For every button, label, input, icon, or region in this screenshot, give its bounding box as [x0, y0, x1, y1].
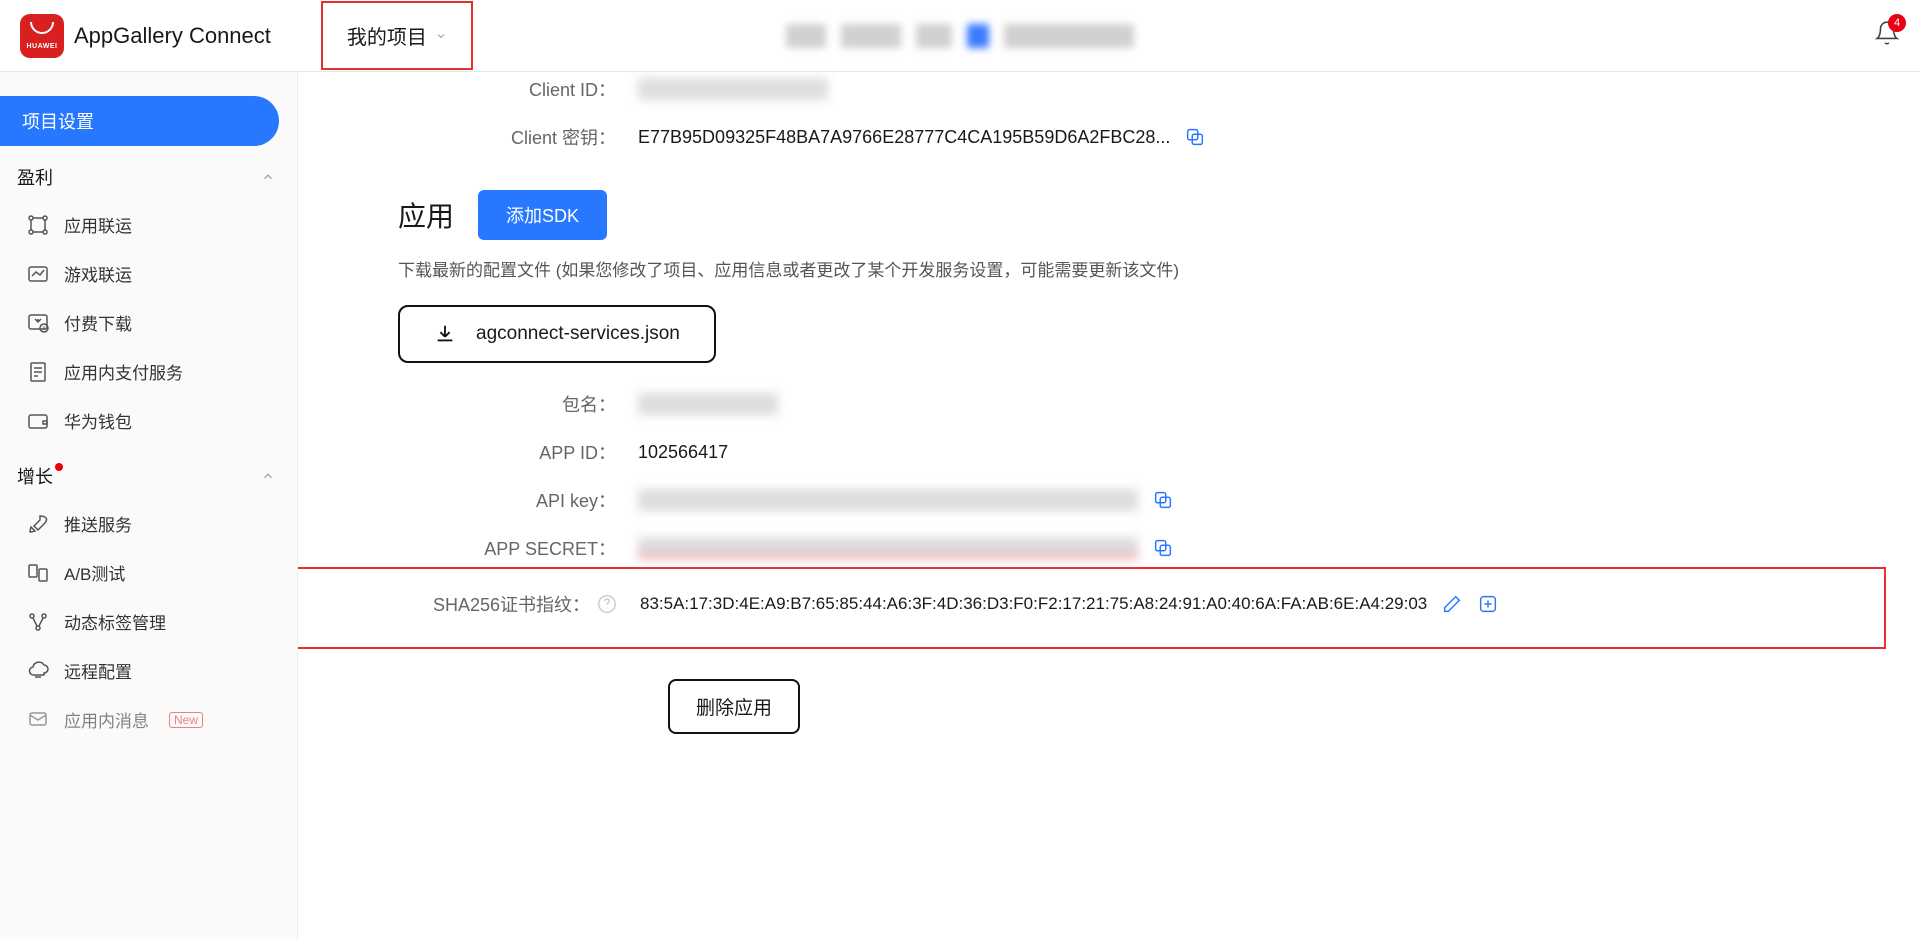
- bell-badge: 4: [1888, 14, 1906, 32]
- chevron-up-icon: [261, 170, 275, 184]
- header-center-blur: [786, 24, 1134, 48]
- nodes-icon: [26, 213, 50, 237]
- sidebar-label: 远程配置: [64, 658, 132, 683]
- sidebar-item-wallet[interactable]: 华为钱包: [0, 396, 279, 445]
- sidebar-item-dtm[interactable]: 动态标签管理: [0, 597, 279, 646]
- sha256-value: 83:5A:17:3D:4E:A9:B7:65:85:44:A6:3F:4D:3…: [640, 594, 1427, 614]
- new-badge: New: [169, 712, 203, 728]
- app-id-label: APP ID：: [398, 439, 638, 465]
- wallet-icon: [26, 409, 50, 433]
- help-icon[interactable]: [596, 593, 618, 615]
- sidebar-label: A/B测试: [64, 560, 125, 585]
- app-secret-label: APP SECRET：: [398, 535, 638, 561]
- my-project-dropdown[interactable]: 我的项目: [321, 1, 473, 70]
- red-dot-icon: [55, 463, 63, 471]
- chevron-down-icon: [435, 30, 447, 42]
- add-sdk-button[interactable]: 添加SDK: [478, 190, 607, 240]
- sidebar: 项目设置 盈利 应用联运 游戏联运 ¥ 付费下载 应用内支付服务 华为钱包: [0, 72, 298, 939]
- logo-area: AppGallery Connect: [20, 14, 271, 58]
- sidebar-label: 推送服务: [64, 511, 132, 536]
- top-header: AppGallery Connect 我的项目 4: [0, 0, 1920, 72]
- cloud-config-icon: [26, 659, 50, 683]
- sidebar-item-iap[interactable]: 应用内支付服务: [0, 347, 279, 396]
- client-secret-value: E77B95D09325F48BA7A9766E28777C4CA195B59D…: [638, 127, 1170, 148]
- sha256-label: SHA256证书指纹：: [400, 591, 640, 617]
- group-label: 盈利: [17, 164, 53, 190]
- copy-icon[interactable]: [1152, 537, 1174, 559]
- sidebar-item-paid-download[interactable]: ¥ 付费下载: [0, 298, 279, 347]
- download-config-button[interactable]: agconnect-services.json: [398, 305, 716, 363]
- client-id-value-blurred: [638, 78, 828, 100]
- download-hint: 下载最新的配置文件 (如果您修改了项目、应用信息或者更改了某个开发服务设置，可能…: [398, 256, 1880, 281]
- sidebar-label: 应用联运: [64, 212, 132, 237]
- my-project-label: 我的项目: [347, 21, 427, 50]
- message-icon: [26, 708, 50, 732]
- tag-tree-icon: [26, 610, 50, 634]
- client-secret-label: Client 密钥：: [398, 124, 638, 150]
- copy-icon[interactable]: [1184, 126, 1206, 148]
- sidebar-group-growth[interactable]: 增长: [0, 445, 297, 499]
- sidebar-item-game-joint[interactable]: 游戏联运: [0, 249, 279, 298]
- app-id-value: 102566417: [638, 442, 728, 463]
- receipt-icon: [26, 360, 50, 384]
- sidebar-item-project-settings[interactable]: 项目设置: [0, 96, 279, 146]
- sidebar-label: 游戏联运: [64, 261, 132, 286]
- delete-app-button[interactable]: 删除应用: [668, 679, 800, 734]
- edit-icon[interactable]: [1441, 593, 1463, 615]
- sidebar-label: 项目设置: [22, 108, 94, 134]
- download-money-icon: ¥: [26, 311, 50, 335]
- sidebar-item-remote-config[interactable]: 远程配置: [0, 646, 279, 695]
- sidebar-label: 应用内支付服务: [64, 359, 183, 384]
- add-icon[interactable]: [1477, 593, 1499, 615]
- download-filename: agconnect-services.json: [476, 323, 680, 345]
- product-title: AppGallery Connect: [74, 23, 271, 49]
- huawei-logo-icon: [20, 14, 64, 58]
- sidebar-label: 付费下载: [64, 310, 132, 335]
- ab-icon: [26, 561, 50, 585]
- api-key-value-blurred: [638, 489, 1138, 511]
- svg-text:¥: ¥: [43, 326, 46, 332]
- package-value-blurred: [638, 393, 778, 415]
- sidebar-label: 华为钱包: [64, 408, 132, 433]
- client-id-label: Client ID：: [398, 76, 638, 102]
- sidebar-item-push[interactable]: 推送服务: [0, 499, 279, 548]
- sidebar-label: 应用内消息: [64, 707, 149, 732]
- main-content: Client ID： Client 密钥： E77B95D09325F48BA7…: [298, 72, 1920, 939]
- app-section-title: 应用: [398, 195, 454, 235]
- chart-icon: [26, 262, 50, 286]
- sidebar-item-app-joint[interactable]: 应用联运: [0, 200, 279, 249]
- notification-bell[interactable]: 4: [1874, 20, 1900, 51]
- api-key-label: API key：: [398, 487, 638, 513]
- rocket-icon: [26, 512, 50, 536]
- copy-icon[interactable]: [1152, 489, 1174, 511]
- chevron-up-icon: [261, 469, 275, 483]
- sidebar-label: 动态标签管理: [64, 609, 166, 634]
- package-label: 包名：: [398, 391, 638, 417]
- sidebar-item-inapp-msg[interactable]: 应用内消息 New: [0, 695, 279, 744]
- group-label: 增长: [17, 463, 63, 489]
- download-icon: [434, 323, 456, 345]
- app-secret-value-blurred: [638, 537, 1138, 559]
- sidebar-group-profit[interactable]: 盈利: [0, 146, 297, 200]
- sha256-highlight-box: SHA256证书指纹： 83:5A:17:3D:4E:A9:B7:65:85:4…: [298, 567, 1886, 649]
- sidebar-item-abtest[interactable]: A/B测试: [0, 548, 279, 597]
